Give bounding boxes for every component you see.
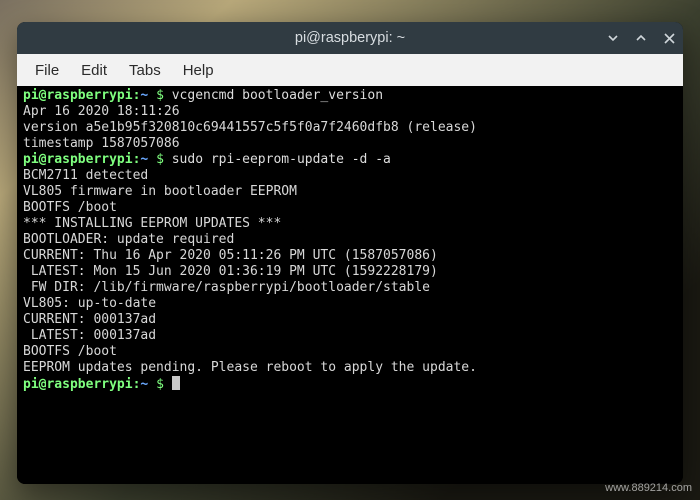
prompt-user-host: pi@raspberrypi — [23, 88, 133, 103]
chevron-up-icon — [635, 32, 647, 44]
output-line: LATEST: 000137ad — [23, 328, 156, 343]
prompt-user-host: pi@raspberrypi — [23, 377, 133, 392]
terminal-output[interactable]: pi@raspberrypi:~ $ vcgencmd bootloader_v… — [17, 86, 683, 484]
output-line: BCM2711 detected — [23, 168, 148, 183]
output-line: VL805: up-to-date — [23, 296, 156, 311]
close-button[interactable] — [655, 22, 683, 54]
menu-edit[interactable]: Edit — [71, 58, 117, 83]
output-line: LATEST: Mon 15 Jun 2020 01:36:19 PM UTC … — [23, 264, 438, 279]
output-line: CURRENT: 000137ad — [23, 312, 156, 327]
minimize-button[interactable] — [599, 22, 627, 54]
output-line: *** INSTALLING EEPROM UPDATES *** — [23, 216, 281, 231]
prompt-path: ~ — [140, 88, 148, 103]
chevron-down-icon — [607, 32, 619, 44]
prompt-symbol: $ — [156, 377, 164, 392]
prompt-symbol: $ — [156, 88, 164, 103]
maximize-button[interactable] — [627, 22, 655, 54]
prompt-symbol: $ — [156, 152, 164, 167]
output-line: FW DIR: /lib/firmware/raspberrypi/bootlo… — [23, 280, 430, 295]
output-line: BOOTFS /boot — [23, 200, 117, 215]
output-line: version a5e1b95f320810c69441557c5f5f0a7f… — [23, 120, 477, 135]
titlebar: pi@raspberypi: ~ — [17, 22, 683, 54]
menu-tabs[interactable]: Tabs — [119, 58, 171, 83]
output-line: Apr 16 2020 18:11:26 — [23, 104, 180, 119]
menu-help[interactable]: Help — [173, 58, 224, 83]
command-line: sudo rpi-eeprom-update -d -a — [172, 152, 391, 167]
command-line: vcgencmd bootloader_version — [172, 88, 383, 103]
prompt-user-host: pi@raspberrypi — [23, 152, 133, 167]
output-line: BOOTFS /boot — [23, 344, 117, 359]
output-line: EEPROM updates pending. Please reboot to… — [23, 360, 477, 375]
output-line: VL805 firmware in bootloader EEPROM — [23, 184, 297, 199]
prompt-path: ~ — [140, 377, 148, 392]
menubar: File Edit Tabs Help — [17, 54, 683, 86]
output-line: BOOTLOADER: update required — [23, 232, 234, 247]
terminal-window: pi@raspberypi: ~ File Edit Tabs Help pi@… — [17, 22, 683, 484]
window-controls — [599, 22, 683, 54]
menu-file[interactable]: File — [25, 58, 69, 83]
prompt-path: ~ — [140, 152, 148, 167]
close-icon — [664, 33, 675, 44]
output-line: timestamp 1587057086 — [23, 136, 180, 151]
window-title: pi@raspberypi: ~ — [17, 30, 683, 46]
output-line: CURRENT: Thu 16 Apr 2020 05:11:26 PM UTC… — [23, 248, 438, 263]
cursor — [172, 376, 180, 390]
